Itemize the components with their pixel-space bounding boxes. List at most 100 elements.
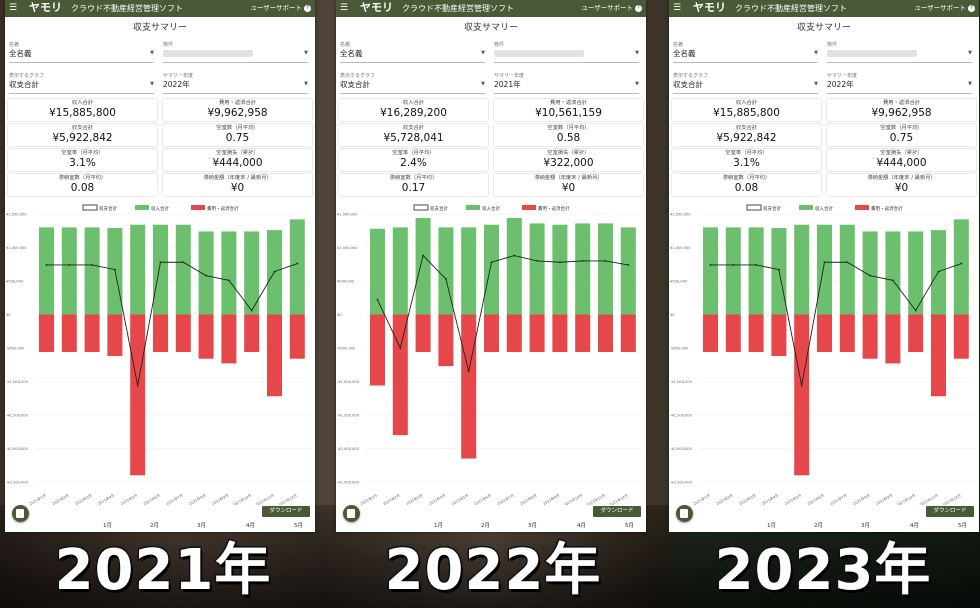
name-select[interactable]: 名義 全名義 ▼ — [673, 42, 818, 63]
month-axis: 1月 2月 3月 4月 5月 — [5, 522, 315, 532]
user-support-label: ユーザーサポート — [581, 4, 633, 12]
x-tick-label: 2021年8月 — [852, 493, 871, 505]
blurred-property-value — [827, 50, 917, 57]
x-tick-label: 2021年1月 — [28, 493, 47, 505]
net-point — [182, 261, 185, 264]
legend-net-swatch — [746, 204, 762, 211]
y-tick-label: -¥500,000 — [670, 347, 689, 351]
expense-bar — [885, 314, 901, 364]
x-tick-label: 2021年1月 — [692, 493, 711, 505]
graph-type-select[interactable]: 表示するグラフ 収支合計 ▼ — [340, 73, 485, 94]
summary-card-label: 費用・返済合計 — [882, 100, 921, 106]
x-tick-label: 2021年10月 — [563, 493, 584, 505]
download-button[interactable]: ダウンロード — [593, 506, 641, 517]
net-point — [892, 279, 894, 282]
user-support-link[interactable]: ユーザーサポート? — [581, 3, 642, 14]
x-tick-label: 2021年9月 — [542, 493, 561, 505]
chat-fab-button[interactable] — [12, 505, 29, 522]
month-label: 1月 — [767, 523, 776, 529]
summary-card-label: 滞納金額（年度末 / 最新月） — [203, 175, 272, 181]
summary-year-select[interactable]: サマリー年度 2022年 ▼ — [827, 73, 972, 94]
summary-year-select[interactable]: サマリー年度 2022年 ▼ — [163, 73, 308, 94]
income-bar — [84, 227, 100, 315]
net-point — [846, 261, 849, 264]
net-point — [250, 309, 253, 312]
y-tick-label: -¥2,500,000 — [6, 481, 29, 485]
summary-card-value: ¥0 — [561, 182, 576, 194]
chat-fab-button[interactable] — [343, 505, 360, 522]
summary-card-label: 空室損失（累計） — [547, 150, 590, 156]
chat-fab-button[interactable] — [676, 505, 693, 522]
net-point — [627, 264, 630, 266]
summary-card-value: 0.75 — [889, 132, 914, 144]
month-label: 2月 — [481, 523, 490, 529]
expense-bar — [175, 314, 191, 353]
x-tick-label: 2021年3月 — [74, 493, 93, 505]
expense-bar — [392, 314, 408, 436]
y-tick-label: -¥2,000,000 — [337, 447, 360, 451]
y-tick-label: -¥2,500,000 — [670, 481, 693, 485]
x-tick-label: 2021年2月 — [715, 493, 734, 505]
legend-expense-swatch — [855, 205, 869, 210]
big-year-caption: 2022年 — [383, 537, 602, 605]
hamburger-menu-icon[interactable]: ☰ — [340, 3, 348, 13]
month-axis: 1月 2月 3月 4月 5月 — [669, 522, 979, 532]
summary-card-value: ¥16,289,200 — [380, 107, 447, 119]
download-button[interactable]: ダウンロード — [262, 506, 310, 517]
app-panel-1: ☰ ヤモリ クラウド不動産経営管理ソフト ユーザーサポート? 収支サマリー 名義 全名義 ▼ 物… — [5, 0, 315, 532]
property-select-label: 物件 — [494, 42, 505, 48]
summary-card-value: 3.1% — [733, 157, 760, 169]
property-select[interactable]: 物件 ▼ — [163, 42, 308, 63]
income-expense-chart: 収支合計 収入合計 費用・返済合計 ¥1,500,000 ¥1,000,000 ¥500,… — [670, 204, 975, 505]
property-select[interactable]: 物件 ▼ — [827, 42, 972, 63]
app-header: ☰ ヤモリ クラウド不動産経営管理ソフト ユーザーサポート? — [5, 0, 315, 17]
summary-card: 滞納金額（年度末 / 最新月） ¥0 — [163, 174, 312, 196]
graph-type-select[interactable]: 表示するグラフ 収支合計 ▼ — [9, 73, 154, 94]
name-select[interactable]: 名義 全名義 ▼ — [9, 42, 154, 63]
summary-card-label: 収支合計 — [735, 125, 758, 131]
property-select[interactable]: 物件 ▼ — [494, 42, 639, 63]
download-button[interactable]: ダウンロード — [926, 506, 974, 517]
summary-card: 空室損失（累計） ¥322,000 — [494, 149, 643, 171]
x-tick-label: 2021年7月 — [496, 493, 515, 505]
income-bar — [703, 227, 718, 315]
y-tick-label: ¥1,500,000 — [337, 213, 358, 217]
hamburger-menu-icon[interactable]: ☰ — [9, 3, 17, 13]
summary-year-select-label: サマリー年度 — [163, 73, 194, 79]
expense-bar — [748, 314, 764, 353]
expense-bar — [529, 314, 545, 353]
summary-card: 収支合計 ¥5,728,041 — [339, 124, 488, 146]
month-label: 2月 — [150, 523, 159, 529]
graph-type-select-label: 表示するグラフ — [673, 73, 709, 79]
month-label: 3月 — [528, 523, 537, 529]
month-label: 5月 — [958, 523, 967, 529]
summary-title: 収支サマリー — [463, 23, 518, 33]
user-support-link[interactable]: ユーザーサポート? — [250, 3, 311, 14]
help-icon: ? — [304, 4, 311, 12]
user-support-link[interactable]: ユーザーサポート? — [914, 3, 975, 14]
net-point — [273, 270, 276, 273]
y-tick-label: ¥1,000,000 — [6, 246, 27, 250]
expense-bar — [370, 314, 385, 386]
name-select[interactable]: 名義 全名義 ▼ — [340, 42, 485, 63]
graph-type-select[interactable]: 表示するグラフ 収支合計 ▼ — [673, 73, 818, 94]
summary-card: 収支合計 ¥5,922,842 — [8, 124, 157, 146]
app-title: クラウド不動産経営管理ソフト — [71, 4, 183, 13]
blurred-property-value — [494, 50, 584, 57]
y-tick-label: -¥1,000,000 — [670, 380, 693, 384]
expense-bar — [107, 314, 123, 357]
month-label: 2月 — [814, 523, 823, 529]
legend-net-swatch — [413, 204, 429, 211]
hamburger-menu-icon[interactable]: ☰ — [673, 3, 681, 13]
net-point — [604, 260, 607, 262]
summary-year-select[interactable]: サマリー年度 2021年 ▼ — [494, 73, 639, 94]
legend-label: 収支合計 — [99, 205, 117, 212]
summary-card-value: ¥0 — [894, 182, 909, 194]
y-tick-label: ¥500,000 — [6, 280, 24, 284]
summary-year-select-value: 2022年 — [827, 80, 854, 89]
net-line — [377, 254, 629, 372]
summary-card: 空室数（月平均） 0.75 — [163, 124, 312, 146]
summary-card: 滞納金額（年度末 / 最新月） ¥0 — [494, 174, 643, 196]
summary-card-value: ¥9,962,958 — [871, 107, 932, 119]
y-tick-label: -¥500,000 — [6, 347, 25, 351]
